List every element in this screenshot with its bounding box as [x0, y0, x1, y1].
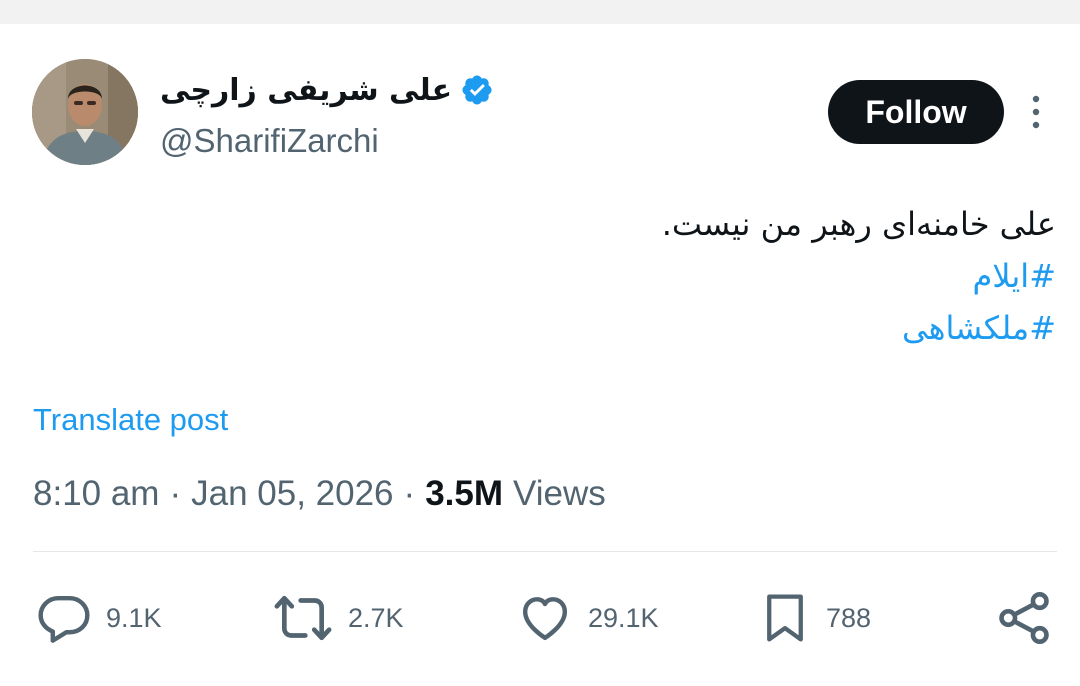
top-strip [0, 0, 1080, 24]
like-button[interactable]: 29.1K [516, 590, 659, 646]
tweet-meta: 8:10 am · Jan 05, 2026 · 3.5M Views [33, 474, 606, 514]
more-options-button[interactable] [1018, 92, 1054, 132]
verified-badge-icon [462, 75, 492, 105]
heart-icon [522, 597, 568, 641]
divider [33, 551, 1057, 552]
post-time[interactable]: 8:10 am [33, 474, 159, 514]
avatar[interactable] [32, 59, 138, 165]
views-label: Views [513, 474, 606, 513]
meta-separator: · [169, 474, 182, 513]
reply-count: 9.1K [106, 602, 162, 633]
follow-button[interactable]: Follow [828, 80, 1004, 144]
more-vertical-icon [1032, 95, 1040, 129]
like-count: 29.1K [588, 602, 659, 633]
bookmark-button[interactable]: 788 [758, 590, 871, 646]
hashtag-link[interactable]: #ایلام [356, 250, 1056, 302]
reply-button[interactable]: 9.1K [36, 590, 162, 646]
translate-post-link[interactable]: Translate post [33, 402, 228, 438]
post-date[interactable]: Jan 05, 2026 [191, 474, 393, 514]
repost-icon [274, 595, 332, 641]
user-handle[interactable]: @SharifiZarchi [160, 122, 379, 160]
tweet-text: علی خامنه‌ای رهبر من نیست. #ایلام #ملکشا… [356, 198, 1056, 354]
display-name[interactable]: علی شریفی زارچی [160, 73, 452, 108]
views-count[interactable]: 3.5M [425, 474, 503, 514]
reply-icon [38, 595, 90, 643]
meta-separator: · [403, 474, 416, 513]
share-button[interactable] [994, 590, 1054, 646]
display-name-row: علی شریفی زارچی [160, 66, 494, 114]
bookmark-icon [767, 594, 803, 642]
repost-count: 2.7K [348, 602, 404, 633]
hashtag-link[interactable]: #ملکشاهی [356, 302, 1056, 354]
bookmark-count: 788 [826, 602, 872, 633]
tweet-text-line: علی خامنه‌ای رهبر من نیست. [661, 205, 1056, 243]
share-icon [999, 592, 1049, 644]
repost-button[interactable]: 2.7K [272, 590, 404, 646]
